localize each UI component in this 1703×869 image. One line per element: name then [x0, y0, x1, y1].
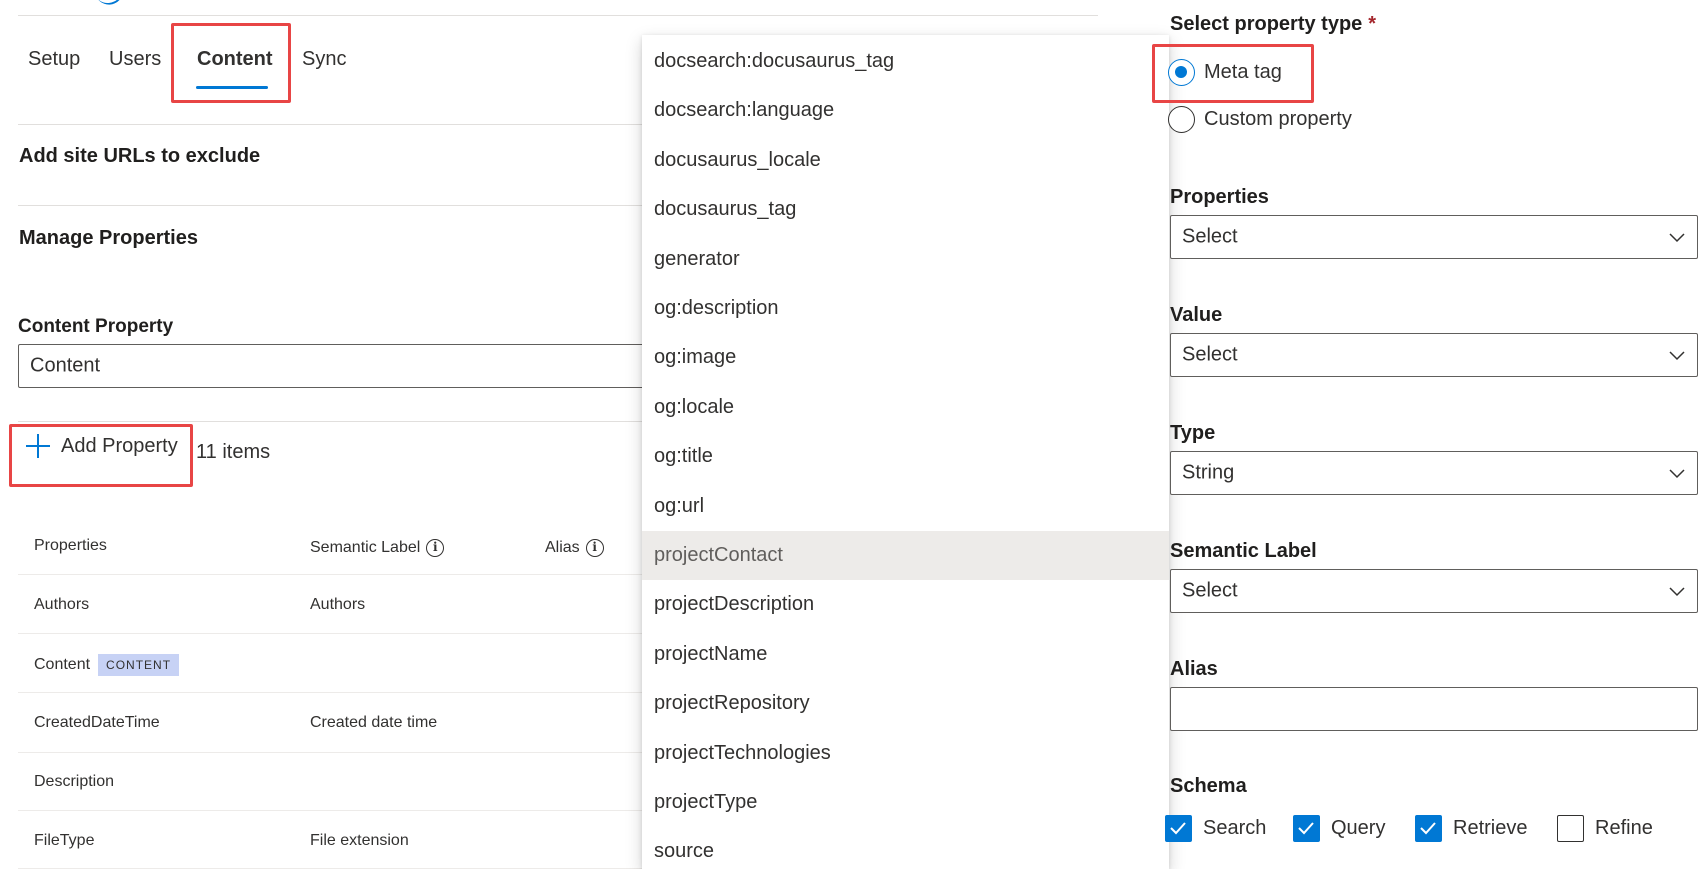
- tab-setup[interactable]: Setup: [28, 48, 80, 71]
- cell-property: Content: [34, 656, 91, 673]
- schema-checkbox-retrieve[interactable]: Retrieve: [1415, 815, 1527, 842]
- row-divider: [18, 633, 643, 634]
- dropdown-option[interactable]: og:title: [642, 432, 1169, 481]
- radio-custom-property[interactable]: Custom property: [1168, 106, 1352, 133]
- radio-icon[interactable]: [1168, 106, 1195, 133]
- info-icon[interactable]: i: [585, 539, 604, 557]
- semantic-label-label: Semantic Label: [1170, 540, 1317, 562]
- cell-property: CreatedDateTime: [34, 714, 160, 731]
- property-type-label: Select property type *: [1170, 13, 1377, 35]
- properties-label: Properties: [1170, 186, 1269, 208]
- radio-label: Custom property: [1204, 108, 1352, 130]
- value-select[interactable]: Select: [1170, 333, 1698, 377]
- dropdown-option[interactable]: projectTechnologies: [642, 729, 1169, 778]
- schema-checkbox-query[interactable]: Query: [1293, 815, 1385, 842]
- logo-fragment: [96, 0, 128, 10]
- dropdown-option[interactable]: og:description: [642, 284, 1169, 333]
- type-select[interactable]: String: [1170, 451, 1698, 495]
- cell-semantic-label: Authors: [310, 596, 366, 613]
- content-property-label: Content Property: [18, 316, 174, 337]
- dropdown-option[interactable]: og:image: [642, 333, 1169, 382]
- add-property-highlight: [9, 424, 193, 487]
- dropdown-option[interactable]: docusaurus_tag: [642, 185, 1169, 234]
- cell-property: FileType: [34, 832, 95, 849]
- dropdown-option[interactable]: og:url: [642, 482, 1169, 531]
- meta-tag-highlight: [1152, 44, 1314, 103]
- alias-input[interactable]: [1170, 687, 1698, 731]
- row-divider: [18, 810, 643, 811]
- section-divider: [18, 421, 643, 422]
- semantic-label-select[interactable]: Select: [1170, 569, 1698, 613]
- dropdown-option[interactable]: projectType: [642, 778, 1169, 827]
- schema-checkbox-search[interactable]: Search: [1165, 815, 1266, 842]
- row-divider: [18, 692, 643, 693]
- column-header-semantic-label[interactable]: Semantic Label i: [310, 539, 445, 557]
- checkmark-icon: [1170, 822, 1186, 835]
- chevron-down-icon: [1669, 351, 1685, 361]
- table-row-content[interactable]: Content CONTENT: [34, 654, 180, 676]
- required-marker: *: [1368, 13, 1377, 35]
- column-header-properties[interactable]: Properties: [34, 537, 107, 555]
- alias-label: Alias: [1170, 658, 1218, 680]
- properties-select[interactable]: Select: [1170, 215, 1698, 259]
- checkbox-retrieve[interactable]: [1415, 815, 1442, 842]
- tab-content-highlight: [171, 23, 291, 103]
- checkbox-refine[interactable]: [1557, 815, 1584, 842]
- dropdown-option[interactable]: docusaurus_locale: [642, 136, 1169, 185]
- manage-properties-section[interactable]: Manage Properties: [19, 227, 198, 250]
- dropdown-option[interactable]: source: [642, 827, 1169, 869]
- checkbox-query[interactable]: [1293, 815, 1320, 842]
- chevron-down-icon: [1669, 233, 1685, 243]
- content-badge: CONTENT: [98, 654, 180, 676]
- chevron-down-icon: [1669, 587, 1685, 597]
- cell-semantic-label: Created date time: [310, 714, 438, 731]
- row-divider: [18, 574, 643, 575]
- schema-label: Schema: [1170, 775, 1247, 797]
- section-divider: [18, 205, 643, 206]
- section-divider: [18, 124, 643, 125]
- cell-property: Authors: [34, 596, 90, 613]
- dropdown-option[interactable]: generator: [642, 235, 1169, 284]
- header-divider: [18, 15, 1098, 16]
- dropdown-option[interactable]: docsearch:language: [642, 86, 1169, 135]
- tab-users[interactable]: Users: [109, 48, 161, 71]
- tab-sync[interactable]: Sync: [302, 48, 346, 71]
- dropdown-option[interactable]: projectContact: [642, 531, 1169, 580]
- cell-semantic-label: File extension: [310, 832, 409, 849]
- dropdown-option[interactable]: docsearch:docusaurus_tag: [642, 37, 1169, 86]
- type-label: Type: [1170, 422, 1216, 444]
- column-header-alias[interactable]: Alias i: [545, 539, 604, 557]
- value-label: Value: [1170, 304, 1223, 326]
- checkmark-icon: [1420, 822, 1436, 835]
- item-count: 11 items: [196, 441, 271, 463]
- checkmark-icon: [1298, 822, 1314, 835]
- row-divider: [18, 752, 643, 753]
- content-property-field[interactable]: Content: [18, 344, 644, 388]
- property-dropdown-list[interactable]: docsearch:docusaurus_tag docsearch:langua…: [642, 35, 1169, 869]
- dropdown-option[interactable]: projectDescription: [642, 580, 1169, 629]
- content-property-value: Content: [30, 354, 101, 377]
- dropdown-option[interactable]: projectName: [642, 630, 1169, 679]
- exclude-urls-section[interactable]: Add site URLs to exclude: [19, 145, 260, 168]
- dropdown-option[interactable]: projectRepository: [642, 679, 1169, 728]
- schema-checkbox-refine[interactable]: Refine: [1557, 815, 1653, 842]
- chevron-down-icon: [1669, 469, 1685, 479]
- cell-property: Description: [34, 773, 115, 790]
- checkbox-search[interactable]: [1165, 815, 1192, 842]
- dropdown-option[interactable]: og:locale: [642, 383, 1169, 432]
- info-icon[interactable]: i: [426, 539, 445, 557]
